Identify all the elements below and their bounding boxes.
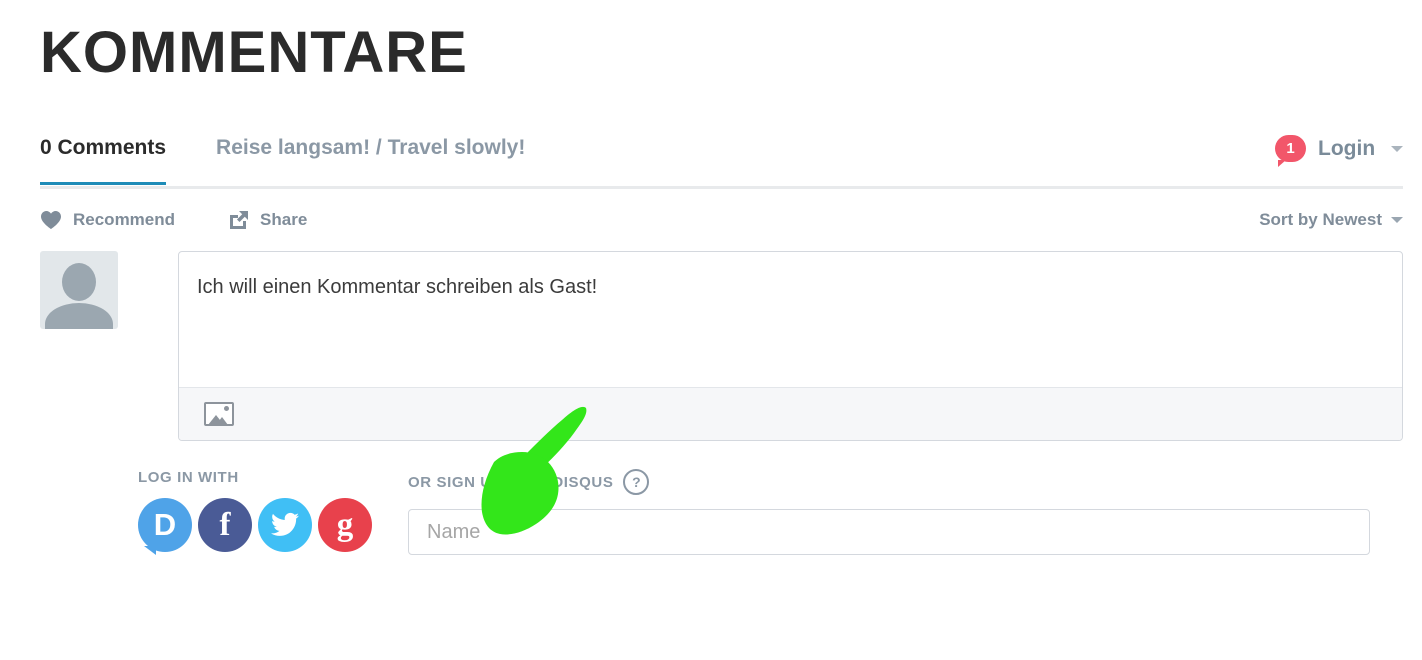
thread-tabbar: 0 Comments Reise langsam! / Travel slowl… <box>40 130 1403 189</box>
google-icon[interactable]: g <box>318 498 372 552</box>
login-button[interactable]: Login <box>1318 137 1403 161</box>
signup-heading: OR SIGN UP WITH DISQUS <box>408 473 614 491</box>
google-glyph: g <box>336 506 354 543</box>
disqus-thread: 0 Comments Reise langsam! / Travel slowl… <box>40 130 1403 555</box>
tab-comments-label: 0 Comments <box>40 136 167 159</box>
disqus-icon[interactable]: D <box>138 498 192 555</box>
twitter-icon[interactable] <box>258 498 312 552</box>
tab-comments[interactable]: 0 Comments <box>40 130 167 185</box>
login-button-label: Login <box>1318 136 1376 160</box>
auth-area: LOG IN WITH D f g OR SIGN UP WITH DISQUS… <box>138 469 1403 555</box>
page-title: KOMMENTARE <box>40 20 468 85</box>
share-label: Share <box>260 210 308 229</box>
help-glyph: ? <box>632 474 641 490</box>
signup-heading-row: OR SIGN UP WITH DISQUS ? <box>408 469 1403 495</box>
image-upload-sun <box>224 406 229 411</box>
facebook-glyph: f <box>219 506 231 543</box>
tab-thread-title[interactable]: Reise langsam! / Travel slowly! <box>216 130 525 182</box>
heart-icon <box>40 210 62 230</box>
recommend-label: Recommend <box>73 210 176 229</box>
notification-badge[interactable]: 1 <box>1275 135 1306 167</box>
image-upload-hill-right <box>216 417 228 424</box>
sort-dropdown-label: Sort by Newest <box>1259 210 1382 229</box>
comment-editor[interactable]: Ich will einen Kommentar schreiben als G… <box>178 251 1403 441</box>
share-icon <box>227 209 249 231</box>
avatar <box>40 251 118 329</box>
login-with-heading: LOG IN WITH <box>138 469 239 486</box>
avatar-body <box>45 303 113 329</box>
thread-action-row: Recommend Share Sort by Newest <box>40 189 1403 251</box>
chevron-down-icon <box>1391 217 1403 223</box>
notification-count: 1 <box>1286 140 1295 157</box>
disqus-glyph: D <box>153 507 177 542</box>
social-provider-row: D f g <box>138 498 406 555</box>
editor-toolbar <box>179 387 1402 440</box>
sort-dropdown[interactable]: Sort by Newest <box>1259 210 1403 230</box>
social-login-area: LOG IN WITH D f g <box>138 469 406 555</box>
image-upload-icon[interactable] <box>204 402 234 426</box>
comment-composer: Ich will einen Kommentar schreiben als G… <box>40 251 1403 441</box>
facebook-icon[interactable]: f <box>198 498 252 552</box>
recommend-button[interactable]: Recommend <box>40 210 175 230</box>
guest-signup-area: OR SIGN UP WITH DISQUS ? Name <box>408 469 1403 555</box>
chevron-down-icon <box>1391 145 1403 152</box>
login-area: 1 Login <box>1275 130 1403 167</box>
name-input[interactable]: Name <box>408 509 1370 555</box>
help-circle-icon[interactable]: ? <box>623 469 650 495</box>
avatar-head <box>62 263 96 301</box>
name-input-placeholder: Name <box>427 520 481 543</box>
tab-thread-title-label: Reise langsam! / Travel slowly! <box>216 136 526 159</box>
comment-textarea[interactable]: Ich will einen Kommentar schreiben als G… <box>179 252 1402 387</box>
share-button[interactable]: Share <box>227 209 307 231</box>
